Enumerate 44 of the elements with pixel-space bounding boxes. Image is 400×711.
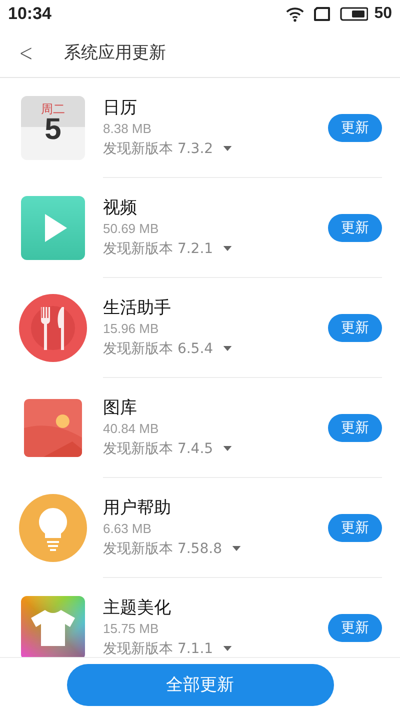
update-button[interactable]: 更新	[328, 314, 382, 342]
app-name: 生活助手	[103, 296, 172, 318]
app-name: 主题美化	[103, 596, 172, 618]
version-text: 发现新版本 6.5.4	[103, 340, 214, 358]
version-text: 发现新版本 7.2.1	[103, 240, 214, 258]
version-text: 发现新版本 7.4.5	[103, 440, 214, 458]
update-button[interactable]: 更新	[328, 414, 382, 442]
update-all-button[interactable]: 全部更新	[66, 664, 334, 706]
update-button[interactable]: 更新	[328, 614, 382, 642]
status-time: 10:34	[8, 4, 52, 24]
wifi-icon	[286, 6, 304, 22]
play-icon	[21, 196, 85, 260]
calendar-weekday: 周二	[41, 102, 65, 118]
dropdown-icon[interactable]	[223, 646, 232, 651]
dropdown-icon[interactable]	[223, 146, 232, 151]
lightbulb-icon	[19, 494, 87, 562]
battery-icon	[340, 7, 368, 21]
fork-knife-icon	[19, 294, 87, 362]
gallery-icon	[24, 399, 82, 457]
app-size: 50.69 MB	[103, 220, 160, 238]
back-button[interactable]: <	[16, 38, 36, 66]
page-title: 系统应用更新	[64, 42, 166, 64]
app-name: 视频	[103, 196, 138, 218]
app-size: 40.84 MB	[103, 420, 160, 438]
app-name: 图库	[103, 396, 138, 418]
app-size: 15.75 MB	[103, 620, 160, 638]
version-text: 发现新版本 7.3.2	[103, 140, 214, 158]
update-button[interactable]: 更新	[328, 114, 382, 142]
app-size: 6.63 MB	[103, 520, 152, 538]
dropdown-icon[interactable]	[232, 546, 241, 551]
update-button[interactable]: 更新	[328, 514, 382, 542]
calendar-day: 5	[44, 115, 62, 145]
dropdown-icon[interactable]	[223, 346, 232, 351]
version-text: 发现新版本 7.1.1	[103, 640, 214, 657]
app-size: 15.96 MB	[103, 320, 160, 338]
dropdown-icon[interactable]	[223, 446, 232, 451]
app-name: 日历	[103, 96, 138, 118]
dropdown-icon[interactable]	[223, 246, 232, 251]
version-text: 发现新版本 7.58.8	[103, 540, 222, 558]
app-name: 用户帮助	[103, 496, 172, 518]
battery-level: 50	[374, 5, 392, 23]
update-button[interactable]: 更新	[328, 214, 382, 242]
sim-card-icon	[314, 7, 330, 21]
app-size: 8.38 MB	[103, 120, 152, 138]
